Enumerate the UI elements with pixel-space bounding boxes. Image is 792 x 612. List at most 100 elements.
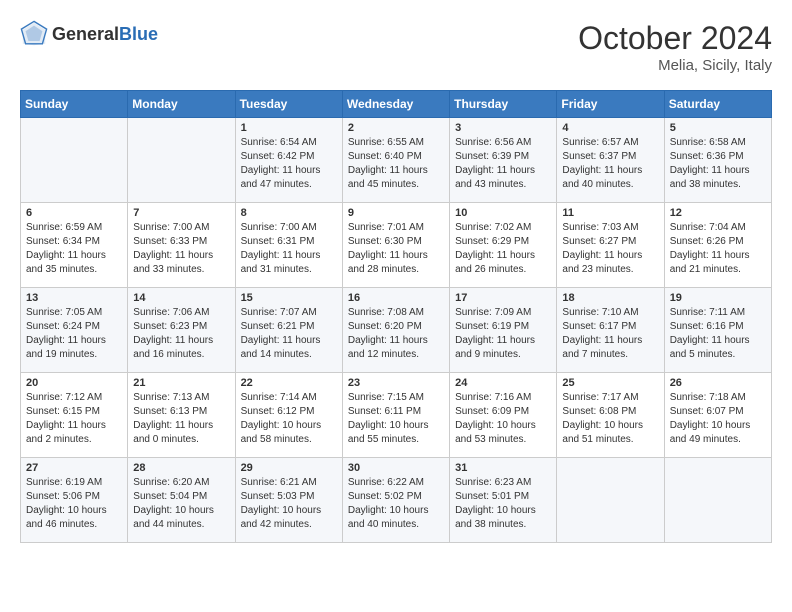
day-info: Sunrise: 6:59 AMSunset: 6:34 PMDaylight:… bbox=[26, 221, 122, 277]
day-number: 3 bbox=[455, 122, 551, 134]
day-cell: 13 Sunrise: 7:05 AMSunset: 6:24 PMDayligh… bbox=[21, 288, 128, 373]
day-info: Sunrise: 7:10 AMSunset: 6:17 PMDaylight:… bbox=[562, 306, 658, 362]
day-info: Sunrise: 6:56 AMSunset: 6:39 PMDaylight:… bbox=[455, 136, 551, 192]
day-number: 8 bbox=[241, 207, 337, 219]
day-number: 20 bbox=[26, 377, 122, 389]
col-tuesday: Tuesday bbox=[235, 91, 342, 118]
week-row-2: 6 Sunrise: 6:59 AMSunset: 6:34 PMDaylight… bbox=[21, 203, 772, 288]
page-header: GeneralBlue October 2024 Melia, Sicily, … bbox=[20, 20, 772, 74]
day-number: 13 bbox=[26, 292, 122, 304]
day-info: Sunrise: 7:05 AMSunset: 6:24 PMDaylight:… bbox=[26, 306, 122, 362]
week-row-3: 13 Sunrise: 7:05 AMSunset: 6:24 PMDayligh… bbox=[21, 288, 772, 373]
day-cell: 8Sunrise: 7:00 AMSunset: 6:31 PMDaylight… bbox=[235, 203, 342, 288]
day-cell bbox=[557, 458, 664, 543]
day-cell: 7 Sunrise: 7:00 AMSunset: 6:33 PMDaylight… bbox=[128, 203, 235, 288]
day-info: Sunrise: 7:00 AMSunset: 6:33 PMDaylight:… bbox=[133, 221, 229, 277]
day-number: 22 bbox=[241, 377, 337, 389]
day-number: 25 bbox=[562, 377, 658, 389]
day-cell: 11 Sunrise: 7:03 AMSunset: 6:27 PMDayligh… bbox=[557, 203, 664, 288]
day-info: Sunrise: 7:03 AMSunset: 6:27 PMDaylight:… bbox=[562, 221, 658, 277]
day-number: 23 bbox=[348, 377, 444, 389]
day-number: 29 bbox=[241, 462, 337, 474]
day-cell: 22 Sunrise: 7:14 AMSunset: 6:12 PMDayligh… bbox=[235, 373, 342, 458]
day-info: Sunrise: 6:19 AMSunset: 5:06 PMDaylight:… bbox=[26, 476, 122, 532]
day-number: 16 bbox=[348, 292, 444, 304]
day-cell: 16Sunrise: 7:08 AMSunset: 6:20 PMDayligh… bbox=[342, 288, 449, 373]
logo-icon bbox=[20, 20, 48, 48]
day-info: Sunrise: 7:16 AMSunset: 6:09 PMDaylight:… bbox=[455, 391, 551, 447]
day-number: 21 bbox=[133, 377, 229, 389]
day-number: 31 bbox=[455, 462, 551, 474]
week-row-1: 1 Sunrise: 6:54 AMSunset: 6:42 PMDaylight… bbox=[21, 118, 772, 203]
day-number: 15 bbox=[241, 292, 337, 304]
day-number: 7 bbox=[133, 207, 229, 219]
day-number: 24 bbox=[455, 377, 551, 389]
day-info: Sunrise: 7:09 AMSunset: 6:19 PMDaylight:… bbox=[455, 306, 551, 362]
day-cell: 5 Sunrise: 6:58 AMSunset: 6:36 PMDaylight… bbox=[664, 118, 771, 203]
day-cell bbox=[21, 118, 128, 203]
day-cell: 15 Sunrise: 7:07 AMSunset: 6:21 PMDayligh… bbox=[235, 288, 342, 373]
day-info: Sunrise: 6:54 AMSunset: 6:42 PMDaylight:… bbox=[241, 136, 337, 192]
day-cell: 6 Sunrise: 6:59 AMSunset: 6:34 PMDaylight… bbox=[21, 203, 128, 288]
day-cell bbox=[664, 458, 771, 543]
header-row: Sunday Monday Tuesday Wednesday Thursday… bbox=[21, 91, 772, 118]
day-info: Sunrise: 7:12 AMSunset: 6:15 PMDaylight:… bbox=[26, 391, 122, 447]
day-cell: 10Sunrise: 7:02 AMSunset: 6:29 PMDayligh… bbox=[450, 203, 557, 288]
day-number: 14 bbox=[133, 292, 229, 304]
day-cell: 18 Sunrise: 7:10 AMSunset: 6:17 PMDayligh… bbox=[557, 288, 664, 373]
day-info: Sunrise: 6:22 AMSunset: 5:02 PMDaylight:… bbox=[348, 476, 444, 532]
day-number: 1 bbox=[241, 122, 337, 134]
day-number: 6 bbox=[26, 207, 122, 219]
location: Melia, Sicily, Italy bbox=[578, 57, 772, 74]
day-info: Sunrise: 6:20 AMSunset: 5:04 PMDaylight:… bbox=[133, 476, 229, 532]
day-cell: 17 Sunrise: 7:09 AMSunset: 6:19 PMDayligh… bbox=[450, 288, 557, 373]
week-row-4: 20 Sunrise: 7:12 AMSunset: 6:15 PMDayligh… bbox=[21, 373, 772, 458]
day-info: Sunrise: 6:23 AMSunset: 5:01 PMDaylight:… bbox=[455, 476, 551, 532]
day-info: Sunrise: 7:14 AMSunset: 6:12 PMDaylight:… bbox=[241, 391, 337, 447]
day-cell: 3 Sunrise: 6:56 AMSunset: 6:39 PMDaylight… bbox=[450, 118, 557, 203]
logo-blue: Blue bbox=[119, 24, 158, 44]
day-cell: 28 Sunrise: 6:20 AMSunset: 5:04 PMDayligh… bbox=[128, 458, 235, 543]
day-number: 17 bbox=[455, 292, 551, 304]
day-number: 26 bbox=[670, 377, 766, 389]
day-cell: 25Sunrise: 7:17 AMSunset: 6:08 PMDayligh… bbox=[557, 373, 664, 458]
day-cell bbox=[128, 118, 235, 203]
day-number: 11 bbox=[562, 207, 658, 219]
day-cell: 24 Sunrise: 7:16 AMSunset: 6:09 PMDayligh… bbox=[450, 373, 557, 458]
day-number: 2 bbox=[348, 122, 444, 134]
day-info: Sunrise: 6:58 AMSunset: 6:36 PMDaylight:… bbox=[670, 136, 766, 192]
col-thursday: Thursday bbox=[450, 91, 557, 118]
col-wednesday: Wednesday bbox=[342, 91, 449, 118]
day-number: 19 bbox=[670, 292, 766, 304]
day-info: Sunrise: 7:18 AMSunset: 6:07 PMDaylight:… bbox=[670, 391, 766, 447]
day-number: 18 bbox=[562, 292, 658, 304]
title-area: October 2024 Melia, Sicily, Italy bbox=[578, 20, 772, 74]
day-cell: 20 Sunrise: 7:12 AMSunset: 6:15 PMDayligh… bbox=[21, 373, 128, 458]
col-monday: Monday bbox=[128, 91, 235, 118]
logo: GeneralBlue bbox=[20, 20, 158, 48]
day-cell: 23 Sunrise: 7:15 AMSunset: 6:11 PMDayligh… bbox=[342, 373, 449, 458]
day-info: Sunrise: 6:57 AMSunset: 6:37 PMDaylight:… bbox=[562, 136, 658, 192]
day-cell: 26 Sunrise: 7:18 AMSunset: 6:07 PMDayligh… bbox=[664, 373, 771, 458]
day-cell: 12 Sunrise: 7:04 AMSunset: 6:26 PMDayligh… bbox=[664, 203, 771, 288]
day-cell: 19Sunrise: 7:11 AMSunset: 6:16 PMDayligh… bbox=[664, 288, 771, 373]
day-info: Sunrise: 7:07 AMSunset: 6:21 PMDaylight:… bbox=[241, 306, 337, 362]
day-cell: 2Sunrise: 6:55 AMSunset: 6:40 PMDaylight… bbox=[342, 118, 449, 203]
day-number: 5 bbox=[670, 122, 766, 134]
calendar-table: Sunday Monday Tuesday Wednesday Thursday… bbox=[20, 90, 772, 543]
day-number: 30 bbox=[348, 462, 444, 474]
day-info: Sunrise: 7:13 AMSunset: 6:13 PMDaylight:… bbox=[133, 391, 229, 447]
day-info: Sunrise: 7:15 AMSunset: 6:11 PMDaylight:… bbox=[348, 391, 444, 447]
day-number: 12 bbox=[670, 207, 766, 219]
day-cell: 31 Sunrise: 6:23 AMSunset: 5:01 PMDayligh… bbox=[450, 458, 557, 543]
day-cell: 30 Sunrise: 6:22 AMSunset: 5:02 PMDayligh… bbox=[342, 458, 449, 543]
day-cell: 9Sunrise: 7:01 AMSunset: 6:30 PMDaylight… bbox=[342, 203, 449, 288]
day-info: Sunrise: 7:01 AMSunset: 6:30 PMDaylight:… bbox=[348, 221, 444, 277]
day-cell: 4Sunrise: 6:57 AMSunset: 6:37 PMDaylight… bbox=[557, 118, 664, 203]
day-cell: 1 Sunrise: 6:54 AMSunset: 6:42 PMDaylight… bbox=[235, 118, 342, 203]
day-number: 28 bbox=[133, 462, 229, 474]
logo-general: General bbox=[52, 24, 119, 44]
day-number: 10 bbox=[455, 207, 551, 219]
day-info: Sunrise: 7:04 AMSunset: 6:26 PMDaylight:… bbox=[670, 221, 766, 277]
week-row-5: 27Sunrise: 6:19 AMSunset: 5:06 PMDayligh… bbox=[21, 458, 772, 543]
